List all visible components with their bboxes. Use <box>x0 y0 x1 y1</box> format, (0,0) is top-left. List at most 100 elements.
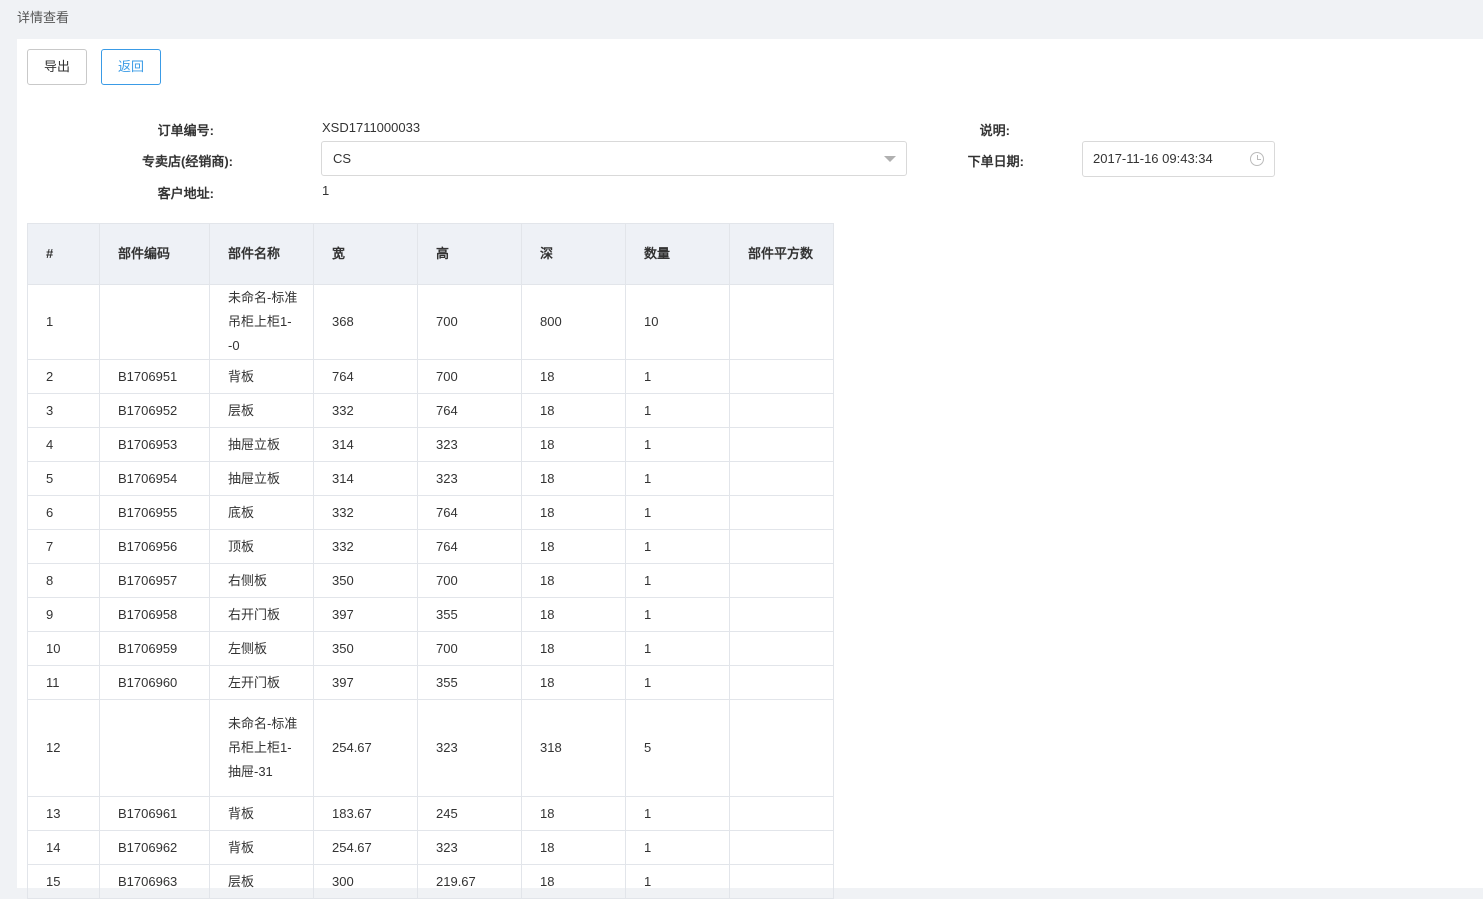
cell-depth: 18 <box>521 864 626 899</box>
cell-width: 332 <box>313 529 418 564</box>
table-row[interactable]: 11 B1706960 左开门板 397 355 18 1 <box>27 665 834 700</box>
table-row[interactable]: 4 B1706953 抽屉立板 314 323 18 1 <box>27 427 834 462</box>
cell-width: 368 <box>313 284 418 360</box>
cell-depth: 18 <box>521 796 626 831</box>
cell-area <box>729 427 834 462</box>
cell-quantity: 1 <box>625 427 730 462</box>
column-header-height[interactable]: 高 <box>417 223 522 285</box>
table-row[interactable]: 13 B1706961 背板 183.67 245 18 1 <box>27 796 834 831</box>
cell-quantity: 1 <box>625 864 730 899</box>
cell-height: 323 <box>417 461 522 496</box>
cell-code: B1706962 <box>99 830 210 865</box>
table-row[interactable]: 15 B1706963 层板 300 219.67 18 1 <box>27 864 834 899</box>
cell-area <box>729 529 834 564</box>
cell-area <box>729 359 834 394</box>
parts-table: # 部件编码 部件名称 宽 高 深 数量 部件平方数 1 未命名-标准吊柜上柜1-… <box>27 223 834 899</box>
cell-quantity: 1 <box>625 461 730 496</box>
cell-width: 300 <box>313 864 418 899</box>
cell-name: 背板 <box>209 359 314 394</box>
cell-area <box>729 563 834 598</box>
table-row[interactable]: 8 B1706957 右侧板 350 700 18 1 <box>27 563 834 598</box>
column-header-quantity[interactable]: 数量 <box>625 223 730 285</box>
cell-width: 254.67 <box>313 699 418 797</box>
column-header-name[interactable]: 部件名称 <box>209 223 314 285</box>
column-header-width[interactable]: 宽 <box>313 223 418 285</box>
cell-height: 764 <box>417 393 522 428</box>
cell-height: 355 <box>417 665 522 700</box>
cell-depth: 318 <box>521 699 626 797</box>
cell-quantity: 10 <box>625 284 730 360</box>
cell-width: 764 <box>313 359 418 394</box>
cell-code: B1706956 <box>99 529 210 564</box>
cell-depth: 18 <box>521 495 626 530</box>
cell-name: 层板 <box>209 864 314 899</box>
column-header-area[interactable]: 部件平方数 <box>729 223 834 285</box>
cell-depth: 18 <box>521 461 626 496</box>
table-row[interactable]: 14 B1706962 背板 254.67 323 18 1 <box>27 830 834 865</box>
cell-code: B1706955 <box>99 495 210 530</box>
table-row[interactable]: 7 B1706956 顶板 332 764 18 1 <box>27 529 834 564</box>
cell-index: 3 <box>27 393 100 428</box>
cell-width: 350 <box>313 631 418 666</box>
table-row[interactable]: 9 B1706958 右开门板 397 355 18 1 <box>27 597 834 632</box>
cell-name: 顶板 <box>209 529 314 564</box>
table-row[interactable]: 6 B1706955 底板 332 764 18 1 <box>27 495 834 530</box>
order-date-field[interactable]: 2017-11-16 09:43:34 <box>1082 141 1275 177</box>
cell-code: B1706961 <box>99 796 210 831</box>
column-header-depth[interactable]: 深 <box>521 223 626 285</box>
order-date-label: 下单日期: <box>967 154 1024 169</box>
table-row[interactable]: 3 B1706952 层板 332 764 18 1 <box>27 393 834 428</box>
detail-panel: 导出 返回 订单编号: XSD1711000033 专卖店(经销商): CS 客… <box>17 39 1483 899</box>
cell-width: 314 <box>313 461 418 496</box>
table-row[interactable]: 12 未命名-标准吊柜上柜1-抽屉-31 254.67 323 318 5 <box>27 699 834 797</box>
cell-code <box>99 284 210 360</box>
column-header-code[interactable]: 部件编码 <box>99 223 210 285</box>
cell-code: B1706958 <box>99 597 210 632</box>
table-row[interactable]: 10 B1706959 左侧板 350 700 18 1 <box>27 631 834 666</box>
column-header-index[interactable]: # <box>27 223 100 285</box>
cell-name: 未命名-标准吊柜上柜1-抽屉-31 <box>209 699 314 797</box>
cell-quantity: 1 <box>625 796 730 831</box>
cell-index: 12 <box>27 699 100 797</box>
cell-index: 6 <box>27 495 100 530</box>
cell-width: 183.67 <box>313 796 418 831</box>
cell-quantity: 1 <box>625 359 730 394</box>
cell-depth: 18 <box>521 563 626 598</box>
export-button[interactable]: 导出 <box>27 49 87 85</box>
cell-depth: 18 <box>521 665 626 700</box>
address-label: 客户地址: <box>157 186 214 201</box>
cell-index: 11 <box>27 665 100 700</box>
cell-quantity: 1 <box>625 597 730 632</box>
cell-depth: 18 <box>521 830 626 865</box>
cell-quantity: 1 <box>625 631 730 666</box>
cell-area <box>729 665 834 700</box>
cell-name: 右开门板 <box>209 597 314 632</box>
cell-name: 未命名-标准吊柜上柜1--0 <box>209 284 314 360</box>
cell-index: 5 <box>27 461 100 496</box>
store-label: 专卖店(经销商): <box>142 154 233 169</box>
table-header-row: # 部件编码 部件名称 宽 高 深 数量 部件平方数 <box>27 223 834 285</box>
cell-area <box>729 393 834 428</box>
cell-quantity: 1 <box>625 393 730 428</box>
table-row[interactable]: 2 B1706951 背板 764 700 18 1 <box>27 359 834 394</box>
address-value: 1 <box>322 183 330 198</box>
table-row[interactable]: 1 未命名-标准吊柜上柜1--0 368 700 800 10 <box>27 284 834 360</box>
cell-quantity: 5 <box>625 699 730 797</box>
page-header: 详情查看 <box>0 0 1483 38</box>
cell-name: 抽屉立板 <box>209 427 314 462</box>
back-button[interactable]: 返回 <box>101 49 161 85</box>
cell-index: 10 <box>27 631 100 666</box>
cell-code: B1706963 <box>99 864 210 899</box>
cell-width: 397 <box>313 665 418 700</box>
cell-index: 4 <box>27 427 100 462</box>
clock-icon[interactable] <box>1250 152 1264 166</box>
store-select[interactable]: CS <box>321 141 907 176</box>
cell-depth: 800 <box>521 284 626 360</box>
table-row[interactable]: 5 B1706954 抽屉立板 314 323 18 1 <box>27 461 834 496</box>
cell-code: B1706960 <box>99 665 210 700</box>
cell-height: 764 <box>417 495 522 530</box>
cell-code: B1706954 <box>99 461 210 496</box>
cell-height: 700 <box>417 284 522 360</box>
cell-quantity: 1 <box>625 563 730 598</box>
cell-name: 左开门板 <box>209 665 314 700</box>
